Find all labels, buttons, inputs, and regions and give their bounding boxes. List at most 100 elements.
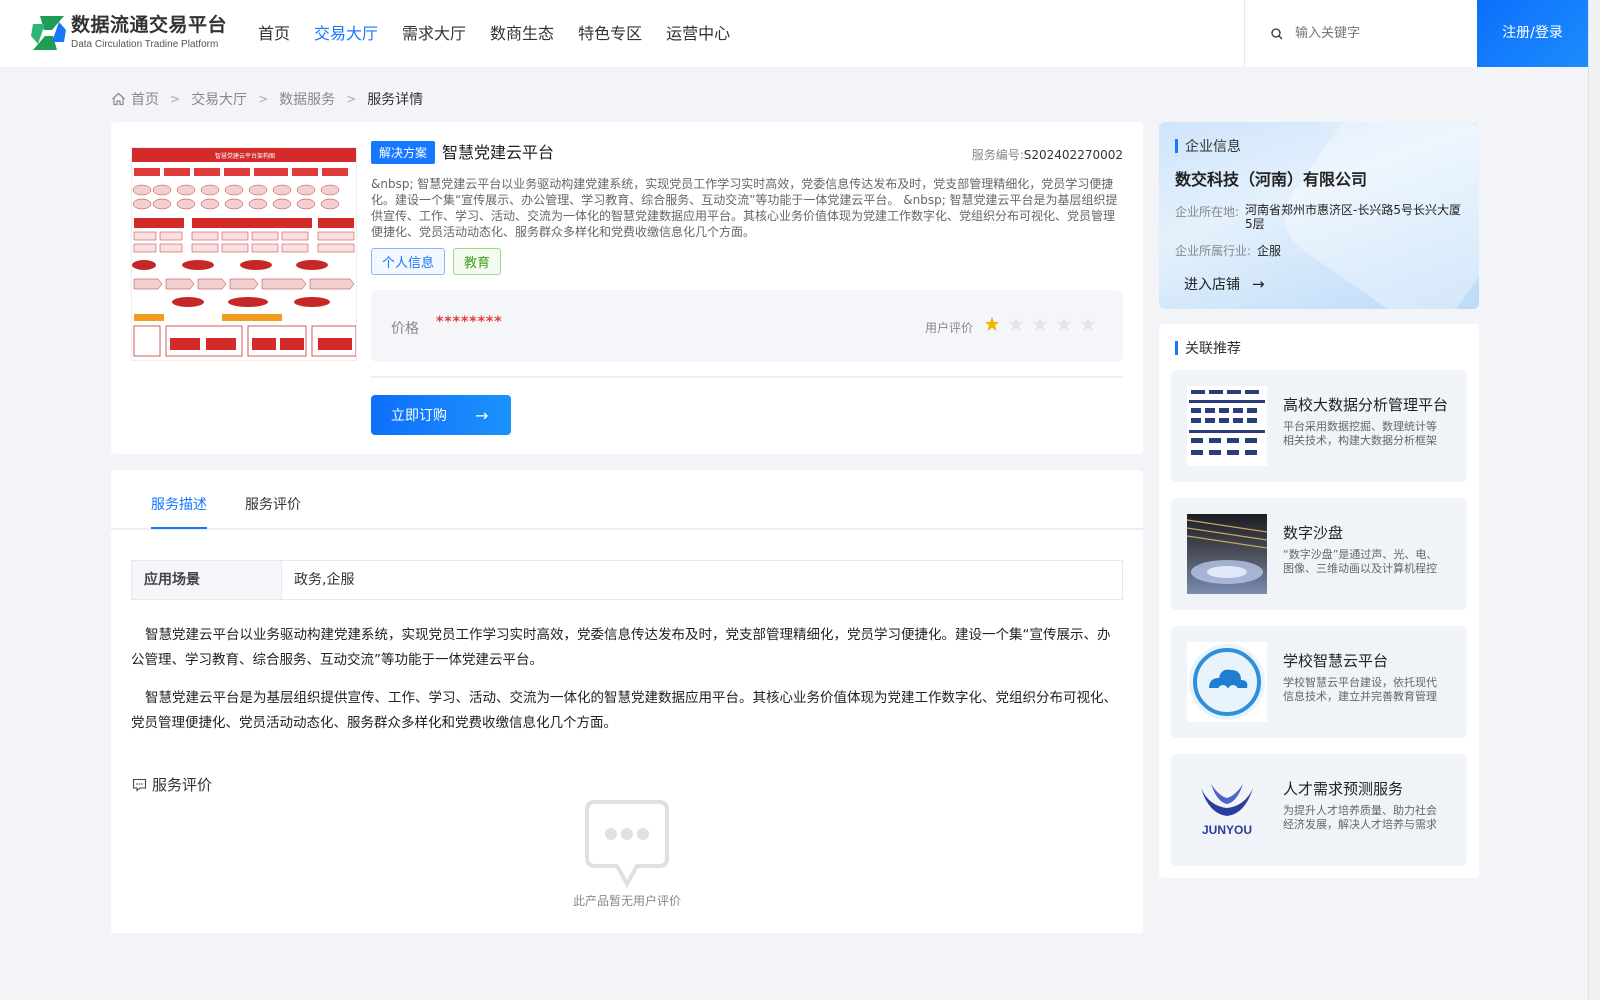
industry-label: 企业所属行业: xyxy=(1175,244,1252,258)
nav-demand-hall[interactable]: 需求大厅 xyxy=(402,0,466,67)
empty-review-text: 此产品暂无用户评价 xyxy=(572,894,681,908)
star-empty-icon[interactable] xyxy=(1032,316,1048,332)
buy-now-label: 立即订购 xyxy=(391,408,447,424)
rating-stars xyxy=(984,316,1104,332)
industry-value: 企服 xyxy=(1257,244,1282,258)
breadcrumb-data-service[interactable]: 数据服务 xyxy=(279,89,335,109)
product-image: 智慧党建云平台架构图 xyxy=(131,147,357,361)
top-header: 数据流通交易平台 Data Circulation Tradine Platfo… xyxy=(0,0,1588,67)
enterprise-industry-row: 企业所属行业: 企服 xyxy=(1175,242,1281,259)
recommend-card: 关联推荐 高校大数据分析管理平台 平台采用数据挖掘、数理统计等相关技术，构建大数… xyxy=(1159,324,1479,878)
recommend-item[interactable]: 学校智慧云平台 学校智慧云平台建设，依托现代信息技术，建立并完善教育管理 xyxy=(1171,626,1467,738)
arrow-right-icon: → xyxy=(1252,275,1265,293)
buy-now-button[interactable]: 立即订购 → xyxy=(371,395,511,435)
enterprise-section-label: 企业信息 xyxy=(1185,139,1241,155)
breadcrumb-trading-hall[interactable]: 交易大厅 xyxy=(191,89,247,109)
scene-table: 应用场景 政务,企服 xyxy=(131,560,1123,600)
star-empty-icon[interactable] xyxy=(1056,316,1072,332)
empty-comment-icon xyxy=(585,800,669,888)
description-paragraph: 智慧党建云平台以业务驱动构建党建系统，实现党员工作学习实时高效，党委信息传达发布… xyxy=(131,627,1111,668)
nav-ecosystem[interactable]: 数商生态 xyxy=(490,0,554,67)
site-logo[interactable]: 数据流通交易平台 Data Circulation Tradine Platfo… xyxy=(30,14,227,52)
main-nav: 首页 交易大厅 需求大厅 数商生态 特色专区 运营中心 xyxy=(258,0,754,67)
solution-tag: 解决方案 xyxy=(371,141,436,164)
recommend-section-title: 关联推荐 xyxy=(1175,338,1241,358)
nav-home[interactable]: 首页 xyxy=(258,0,290,67)
logo-subtitle: Data Circulation Tradine Platform xyxy=(71,39,219,50)
product-card: 智慧党建云平台架构图 解决方案 智慧党建云平台 服务编号:S2024022700… xyxy=(111,122,1143,454)
recommend-title: 学校智慧云平台 xyxy=(1283,652,1389,670)
tag-education[interactable]: 教育 xyxy=(453,248,502,275)
junyou-logo-thumb-image: JUNYOU xyxy=(1201,784,1253,837)
chevron-right-icon: > xyxy=(170,92,181,106)
rating-label: 用户评价 xyxy=(925,321,974,335)
recommend-item[interactable]: 数字沙盘 “数字沙盘”是通过声、光、电、图像、三维动画以及计算机程控技术 xyxy=(1171,498,1467,610)
star-filled-icon[interactable] xyxy=(984,316,1000,332)
scene-value: 政务,企服 xyxy=(294,572,355,588)
search-icon[interactable] xyxy=(1271,27,1283,40)
nav-operations[interactable]: 运营中心 xyxy=(666,0,730,67)
chevron-right-icon: > xyxy=(346,92,357,106)
recommend-desc: 学校智慧云平台建设，依托现代信息技术，建立并完善教育管理 xyxy=(1283,676,1437,703)
product-tags: 个人信息 教育 xyxy=(371,248,509,275)
breadcrumb-current: 服务详情 xyxy=(367,92,424,108)
location-label: 企业所在地: xyxy=(1175,205,1240,219)
enter-shop-label: 进入店铺 xyxy=(1184,277,1240,293)
junyou-logo-text: JUNYOU xyxy=(1202,823,1252,837)
review-title: 服务评价 xyxy=(152,776,213,794)
breadcrumb: 首页 > 交易大厅 > 数据服务 > 服务详情 xyxy=(111,89,423,109)
tab-bar: 服务描述 服务评价 xyxy=(111,470,1143,530)
service-number-value: S202402270002 xyxy=(1023,148,1123,162)
service-number: 服务编号:S202402270002 xyxy=(972,146,1123,163)
chevron-right-icon: > xyxy=(258,92,269,106)
nav-trading-hall[interactable]: 交易大厅 xyxy=(314,0,378,67)
breadcrumb-home[interactable]: 首页 xyxy=(131,89,159,109)
logo-mark-icon xyxy=(31,16,66,50)
divider xyxy=(371,376,1123,378)
review-section-title: 服务评价 xyxy=(132,774,212,795)
page-scrollbar[interactable] xyxy=(1588,0,1600,1000)
price-value: ******** xyxy=(436,314,503,330)
search-input[interactable] xyxy=(1295,26,1455,41)
price-box: 价格 ******** 用户评价 xyxy=(371,290,1123,362)
cloud-logo-thumb-image xyxy=(1187,642,1267,722)
architecture-diagram-image: 智慧党建云平台架构图 xyxy=(132,148,356,357)
recommend-title: 高校大数据分析管理平台 xyxy=(1283,396,1449,414)
recommend-item[interactable]: 高校大数据分析管理平台 平台采用数据挖掘、数理统计等相关技术，构建大数据分析框架 xyxy=(1171,370,1467,482)
active-tab-indicator xyxy=(151,527,207,529)
login-register-button[interactable]: 注册/登录 xyxy=(1477,0,1588,67)
enterprise-name: 数交科技（河南）有限公司 xyxy=(1175,170,1368,189)
enterprise-location-row: 企业所在地: 河南省郑州市惠济区-长兴路5号长兴大厦5层 xyxy=(1175,203,1465,231)
service-number-label: 服务编号: xyxy=(971,148,1024,162)
price-label: 价格 xyxy=(391,321,419,337)
logo-title: 数据流通交易平台 xyxy=(71,14,228,36)
tag-personal-info[interactable]: 个人信息 xyxy=(371,248,446,275)
nav-special-zone[interactable]: 特色专区 xyxy=(578,0,642,67)
scene-label: 应用场景 xyxy=(132,561,282,599)
diagram-thumb-image xyxy=(1187,386,1267,466)
hall-photo-thumb-image xyxy=(1187,514,1267,594)
star-empty-icon[interactable] xyxy=(1080,316,1096,332)
diagram-title: 智慧党建云平台架构图 xyxy=(215,152,275,160)
enterprise-card: 企业信息 数交科技（河南）有限公司 企业所在地: 河南省郑州市惠济区-长兴路5号长… xyxy=(1159,122,1479,309)
product-summary: &nbsp; 智慧党建云平台以业务驱动构建党建系统，实现党员工作学习实时高效，党… xyxy=(371,177,1118,239)
recommend-title: 数字沙盘 xyxy=(1283,524,1344,542)
enterprise-section-title: 企业信息 xyxy=(1175,136,1241,156)
recommend-item[interactable]: JUNYOU 人才需求预测服务 为提升人才培养质量、助力社会经济发展，解决人才培… xyxy=(1171,754,1467,866)
tab-service-description[interactable]: 服务描述 xyxy=(151,494,207,514)
recommend-title: 人才需求预测服务 xyxy=(1283,780,1404,798)
arrow-right-icon: → xyxy=(475,405,489,425)
recommend-desc: 为提升人才培养质量、助力社会经济发展，解决人才培养与需求 xyxy=(1283,804,1437,831)
location-value: 河南省郑州市惠济区-长兴路5号长兴大厦5层 xyxy=(1245,203,1462,231)
star-empty-icon[interactable] xyxy=(1008,316,1024,332)
product-title: 智慧党建云平台 xyxy=(442,143,555,162)
search-box xyxy=(1244,0,1477,67)
description-paragraph: 智慧党建云平台是为基层组织提供宣传、工作、学习、活动、交流为一体化的智慧党建数据… xyxy=(131,690,1117,731)
description-card: 服务描述 服务评价 应用场景 政务,企服 智慧党建云平台以业务驱动构建党建系统，… xyxy=(111,470,1143,933)
tab-service-review[interactable]: 服务评价 xyxy=(245,494,301,514)
recommend-desc: “数字沙盘”是通过声、光、电、图像、三维动画以及计算机程控技术 xyxy=(1283,548,1438,575)
home-icon[interactable] xyxy=(111,92,126,106)
recommend-desc: 平台采用数据挖掘、数理统计等相关技术，构建大数据分析框架 xyxy=(1283,420,1437,447)
title-bar xyxy=(1175,341,1178,355)
enter-shop-link[interactable]: 进入店铺 → xyxy=(1184,274,1265,294)
